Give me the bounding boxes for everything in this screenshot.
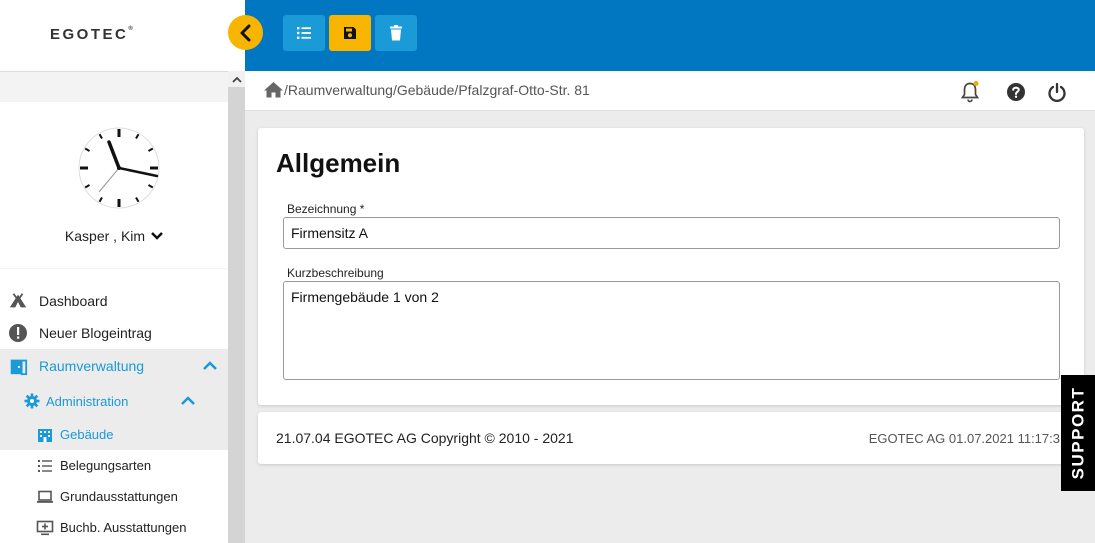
chevron-left-icon <box>240 24 250 41</box>
sidebar-item-label: Gebäude <box>60 427 114 442</box>
save-button[interactable] <box>329 15 371 51</box>
monitor-plus-icon <box>35 518 55 538</box>
breadcrumb: /Raumverwaltung/Gebäude/Pfalzgraf-Otto-S… <box>263 81 590 98</box>
top-toolbar <box>245 0 1095 71</box>
sidebar-scrollbar[interactable] <box>228 71 245 543</box>
sidebar-item-raumverwaltung[interactable]: Raumverwaltung <box>0 349 228 383</box>
save-icon <box>344 27 356 39</box>
breadcrumb-path[interactable]: /Raumverwaltung/Gebäude/Pfalzgraf-Otto-S… <box>284 82 590 98</box>
timestamp-text: EGOTEC AG 01.07.2021 11:17:3 <box>868 431 1060 446</box>
copyright-text: 21.07.04 EGOTEC AG Copyright © 2010 - 20… <box>276 430 574 446</box>
sidebar-item-label: Administration <box>46 393 129 409</box>
footer: 21.07.04 EGOTEC AG Copyright © 2010 - 20… <box>258 412 1084 464</box>
sidebar-item-gebaeude[interactable]: Gebäude <box>0 419 228 450</box>
sidebar-item-label: Buchb. Ausstattungen <box>60 520 187 535</box>
sidebar: EGOTEC® Kasper , Kim Dashboard Neuer Blo… <box>0 0 245 543</box>
delete-button[interactable] <box>375 15 417 51</box>
sidebar-content: Kasper , Kim Dashboard Neuer Blogeintrag <box>0 71 228 543</box>
sidebar-item-label: Neuer Blogeintrag <box>39 325 152 341</box>
sidebar-item-belegungsarten[interactable]: Belegungsarten <box>0 450 228 481</box>
kurzbeschreibung-textarea[interactable]: Firmengebäude 1 von 2 <box>283 281 1060 380</box>
section-title: Allgemein <box>276 148 401 178</box>
list-view-button[interactable] <box>283 15 325 51</box>
sidebar-item-administration[interactable]: Administration <box>0 383 228 419</box>
help-icon <box>1007 83 1025 101</box>
logo-area: EGOTEC® <box>0 0 245 71</box>
sidebar-collapse-button[interactable] <box>228 15 263 50</box>
bezeichnung-label: Bezeichnung * <box>287 202 365 216</box>
sidebar-item-label: Grundausstattungen <box>60 489 178 504</box>
help-button[interactable] <box>1005 81 1027 103</box>
bezeichnung-input[interactable]: Firmensitz A <box>283 217 1060 249</box>
sidebar-item-label: Dashboard <box>39 293 108 309</box>
sidebar-item-dashboard[interactable]: Dashboard <box>0 285 228 317</box>
sidebar-nav: Dashboard Neuer Blogeintrag Raumverwaltu… <box>0 269 228 543</box>
home-icon[interactable] <box>263 81 284 98</box>
user-menu[interactable]: Kasper , Kim <box>0 228 228 244</box>
bell-icon <box>960 81 980 103</box>
trash-icon <box>390 25 402 41</box>
laptop-icon <box>35 487 55 507</box>
alert-icon <box>8 323 28 343</box>
sidebar-item-grundausstattungen[interactable]: Grundausstattungen <box>0 481 228 512</box>
chevron-up-icon <box>231 76 242 83</box>
power-icon <box>1048 82 1066 102</box>
chevron-up-icon <box>203 361 217 370</box>
breadcrumb-bar: /Raumverwaltung/Gebäude/Pfalzgraf-Otto-S… <box>245 71 1095 111</box>
support-label: SUPPORT <box>1068 386 1087 480</box>
user-name: Kasper , Kim <box>64 228 146 244</box>
scroll-up-button[interactable] <box>228 71 245 87</box>
campfire-icon <box>8 291 28 311</box>
kurzbeschreibung-label: Kurzbeschreibung <box>287 266 384 280</box>
support-tab[interactable]: SUPPORT <box>1061 375 1095 491</box>
chevron-down-icon <box>151 232 163 240</box>
form-card: Allgemein Bezeichnung * Firmensitz A Kur… <box>258 128 1084 405</box>
user-card: Kasper , Kim <box>0 102 228 268</box>
sidebar-item-label: Belegungsarten <box>60 458 152 473</box>
logo: EGOTEC® <box>50 26 133 43</box>
clock-icon <box>78 127 160 209</box>
gear-icon <box>22 391 42 411</box>
door-icon <box>8 356 28 376</box>
sidebar-item-blog[interactable]: Neuer Blogeintrag <box>0 317 228 349</box>
notifications-button[interactable] <box>959 81 981 103</box>
sidebar-item-label: Raumverwaltung <box>39 358 145 374</box>
logout-button[interactable] <box>1046 81 1068 103</box>
list-icon <box>297 27 311 39</box>
chevron-up-icon <box>181 396 195 405</box>
building-icon <box>35 425 55 445</box>
list-icon <box>35 456 55 476</box>
sidebar-item-buchb-ausstattungen[interactable]: Buchb. Ausstattungen <box>0 512 228 543</box>
